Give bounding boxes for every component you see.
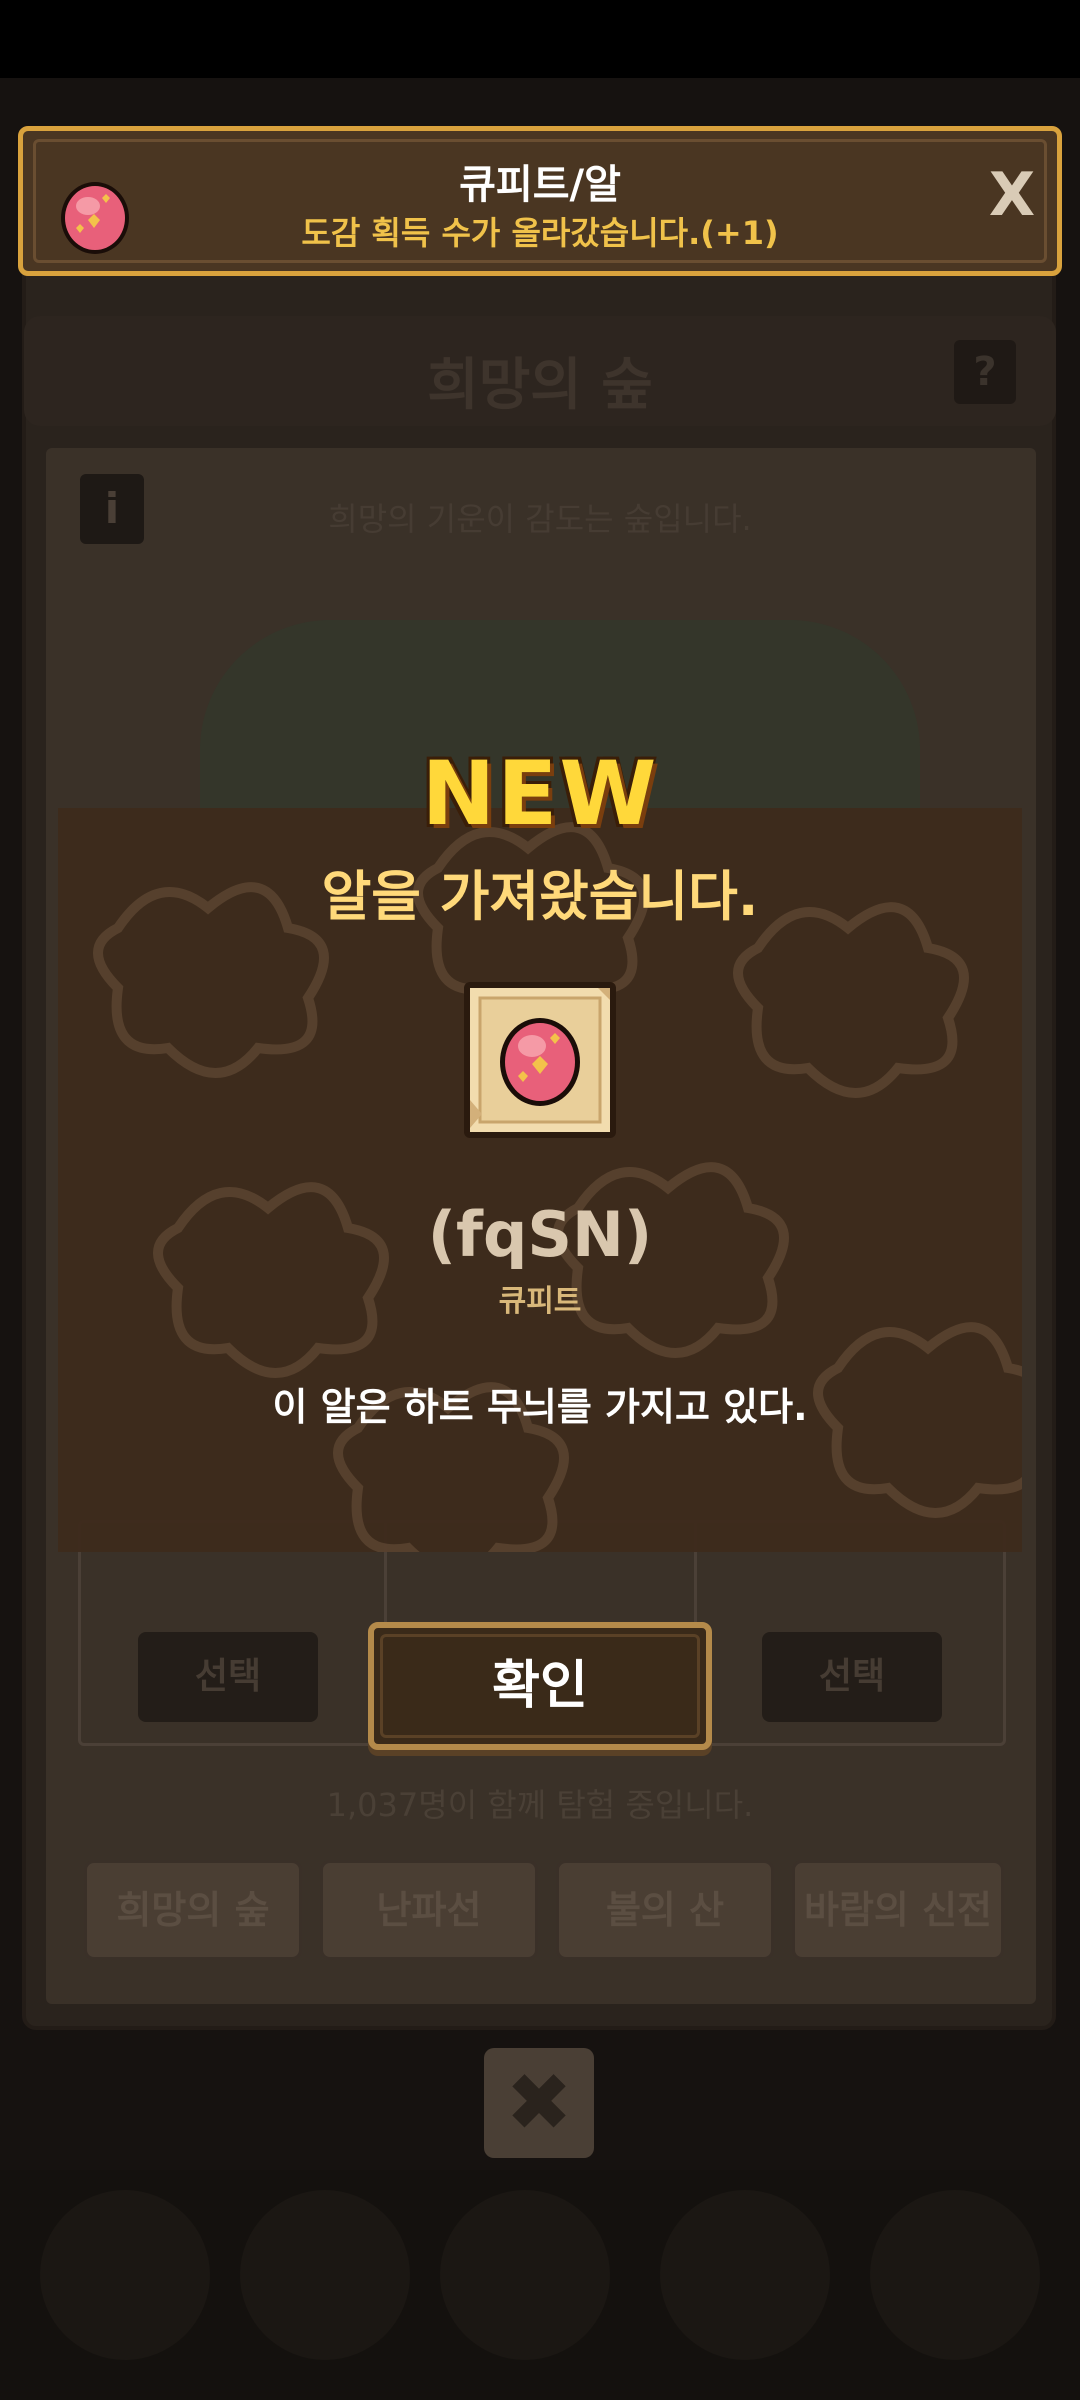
confirm-button[interactable]: 확인 bbox=[368, 1622, 712, 1750]
egg-item-frame bbox=[462, 980, 618, 1140]
status-bar bbox=[0, 0, 1080, 78]
background-title: 희망의 숲 bbox=[427, 353, 653, 418]
confirm-button-label: 확인 bbox=[492, 1656, 588, 1716]
nav-item bbox=[240, 2190, 410, 2360]
player-count-text: 1,037명이 함께 탐험 중입니다. bbox=[326, 1786, 754, 1824]
item-name: 큐피트 bbox=[498, 1284, 582, 1319]
tab-wind-temple: 바람의 신전 bbox=[792, 1860, 1004, 1960]
tab-fire-mountain: 불의 산 bbox=[556, 1860, 774, 1960]
modal-heading: 알을 가져왔습니다. bbox=[321, 865, 759, 928]
banner-title: 큐피트/알 bbox=[459, 162, 621, 208]
nav-item bbox=[40, 2190, 210, 2360]
new-badge: NEW bbox=[421, 742, 659, 845]
nav-item bbox=[870, 2190, 1040, 2360]
nav-item bbox=[660, 2190, 830, 2360]
item-code: (fqSN) bbox=[427, 1198, 653, 1271]
tab-shipwreck: 난파선 bbox=[320, 1860, 538, 1960]
help-icon: ? bbox=[954, 340, 1016, 404]
select-button-left: 선택 bbox=[138, 1632, 318, 1722]
banner-close-button[interactable]: X bbox=[982, 160, 1042, 230]
background-close-icon: ✖ bbox=[484, 2048, 594, 2158]
banner-subtitle: 도감 획득 수가 올라갔습니다.(+1) bbox=[301, 214, 779, 252]
pink-heart-egg-icon bbox=[464, 982, 616, 1138]
item-description: 이 알은 하트 무늬를 가지고 있다. bbox=[272, 1385, 808, 1429]
tab-hope-forest: 희망의 숲 bbox=[84, 1860, 302, 1960]
nav-item bbox=[440, 2190, 610, 2360]
select-button-right: 선택 bbox=[762, 1632, 942, 1722]
info-icon: i bbox=[80, 474, 144, 544]
background-description: 희망의 기운이 감도는 숲입니다. bbox=[328, 500, 752, 538]
